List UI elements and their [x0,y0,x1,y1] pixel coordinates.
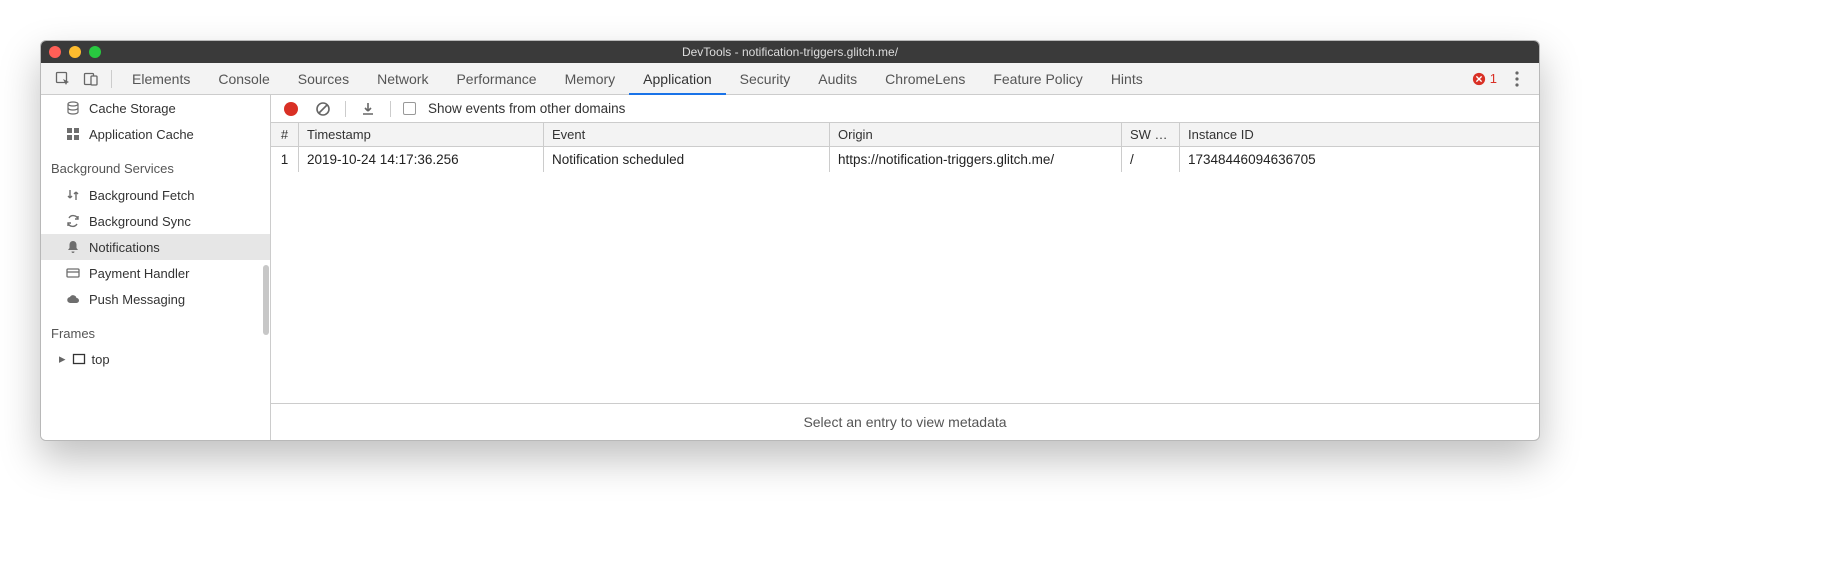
device-toggle-icon[interactable] [77,65,105,93]
traffic-lights [49,46,101,58]
tab-console[interactable]: Console [204,63,283,95]
separator [390,101,391,117]
frames-top-item[interactable]: ▸ top [41,347,270,371]
disclosure-triangle-icon: ▸ [59,351,66,367]
cell-event: Notification scheduled [544,147,830,172]
footer-message: Select an entry to view metadata [271,404,1539,440]
main-panel: Show events from other domains # Timesta… [271,95,1539,440]
show-other-domains-checkbox[interactable] [403,102,416,115]
tab-memory[interactable]: Memory [551,63,630,95]
show-other-domains-label: Show events from other domains [428,101,625,116]
tab-hints[interactable]: Hints [1097,63,1157,95]
sidebar: Cache Storage Application Cache Backgrou… [41,95,271,440]
sync-icon [65,213,81,229]
sidebar-item-label: Application Cache [89,127,194,142]
tab-chromelens[interactable]: ChromeLens [871,63,979,95]
frame-icon [72,352,86,366]
titlebar: DevTools - notification-triggers.glitch.… [41,41,1539,63]
card-icon [65,265,81,281]
th-origin[interactable]: Origin [830,123,1122,146]
cell-instance-id: 17348446094636705 [1180,147,1539,172]
sidebar-item-label: Cache Storage [89,101,176,116]
sidebar-item-cache-storage[interactable]: Cache Storage [41,95,270,121]
download-icon[interactable] [358,99,378,119]
events-table: # Timestamp Event Origin SW … Instance I… [271,123,1539,440]
bell-icon [65,239,81,255]
frames-top-label: top [92,352,110,367]
table-header: # Timestamp Event Origin SW … Instance I… [271,123,1539,147]
sidebar-item-label: Push Messaging [89,292,185,307]
database-icon [65,100,81,116]
sidebar-item-payment[interactable]: Payment Handler [41,260,270,286]
th-event[interactable]: Event [544,123,830,146]
cell-origin: https://notification-triggers.glitch.me/ [830,147,1122,172]
error-count: 1 [1490,71,1497,86]
record-button[interactable] [281,99,301,119]
window-title: DevTools - notification-triggers.glitch.… [41,45,1539,59]
table-body: 1 2019-10-24 14:17:36.256 Notification s… [271,147,1539,404]
th-timestamp[interactable]: Timestamp [299,123,544,146]
clear-icon[interactable] [313,99,333,119]
tab-feature-policy[interactable]: Feature Policy [979,63,1096,95]
sidebar-item-label: Background Fetch [89,188,195,203]
cell-timestamp: 2019-10-24 14:17:36.256 [299,147,544,172]
grid-icon [65,126,81,142]
tabs-row: Elements Console Sources Network Perform… [41,63,1539,95]
sidebar-item-notifications[interactable]: Notifications [41,234,270,260]
tab-sources[interactable]: Sources [284,63,363,95]
th-instance-id[interactable]: Instance ID [1180,123,1539,146]
zoom-icon[interactable] [89,46,101,58]
cell-sw: / [1122,147,1180,172]
close-icon[interactable] [49,46,61,58]
tab-network[interactable]: Network [363,63,442,95]
inspect-icon[interactable] [49,65,77,93]
kebab-menu-icon[interactable] [1503,71,1531,87]
sidebar-item-label: Notifications [89,240,160,255]
tab-security[interactable]: Security [726,63,805,95]
cell-num: 1 [271,147,299,172]
devtools-window: DevTools - notification-triggers.glitch.… [40,40,1540,441]
toolbar: Show events from other domains [271,95,1539,123]
tab-performance[interactable]: Performance [442,63,550,95]
error-badge[interactable]: 1 [1466,71,1503,86]
tab-audits[interactable]: Audits [804,63,871,95]
minimize-icon[interactable] [69,46,81,58]
tab-application[interactable]: Application [629,63,726,95]
sidebar-item-label: Payment Handler [89,266,189,281]
sidebar-item-app-cache[interactable]: Application Cache [41,121,270,147]
tab-elements[interactable]: Elements [118,63,204,95]
cloud-icon [65,291,81,307]
separator [111,70,112,88]
scrollbar-thumb[interactable] [263,265,269,335]
transfer-icon [65,187,81,203]
sidebar-item-push[interactable]: Push Messaging [41,286,270,312]
frames-header: Frames [41,312,270,347]
sidebar-item-bg-fetch[interactable]: Background Fetch [41,182,270,208]
th-num[interactable]: # [271,123,299,146]
separator [345,101,346,117]
tabs: Elements Console Sources Network Perform… [118,63,1157,95]
th-sw-scope[interactable]: SW … [1122,123,1180,146]
sidebar-item-label: Background Sync [89,214,191,229]
sidebar-item-bg-sync[interactable]: Background Sync [41,208,270,234]
table-row[interactable]: 1 2019-10-24 14:17:36.256 Notification s… [271,147,1539,173]
sidebar-section-header: Background Services [41,147,270,182]
body-split: Cache Storage Application Cache Backgrou… [41,95,1539,440]
